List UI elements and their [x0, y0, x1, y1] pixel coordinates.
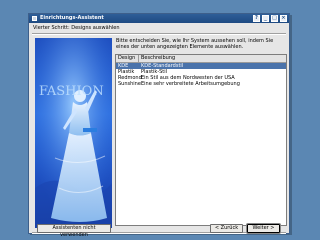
fashion-illustration: FASHION	[35, 38, 112, 228]
wizard-window: Einrichtungs-Assistent ? _ □ × Vierter S…	[28, 13, 290, 238]
fashion-figure-graphic	[35, 38, 112, 228]
minimize-icon[interactable]: _	[262, 15, 269, 22]
design-description: Eine sehr verbreitete Arbeitsumgebung	[141, 81, 240, 87]
window-menu-icon[interactable]	[32, 16, 37, 21]
title-bar[interactable]: Einrichtungs-Assistent ? _ □ ×	[29, 14, 289, 23]
list-item-sunshine[interactable]: Sunshine Eine sehr verbreitete Arbeitsum…	[116, 81, 286, 87]
skip-wizard-button[interactable]: Assistenten nicht verwenden	[37, 224, 111, 238]
design-name: Sunshine	[118, 81, 141, 87]
maximize-icon[interactable]: □	[271, 15, 278, 22]
back-button[interactable]: < Zurück	[210, 224, 243, 233]
window-title: Einrichtungs-Assistent	[40, 15, 104, 21]
intro-text: Bitte entscheiden Sie, wie Ihr System au…	[116, 38, 274, 50]
column-header-design[interactable]: Design	[118, 55, 135, 62]
fashion-heading: FASHION	[39, 84, 104, 99]
next-button[interactable]: Weiter >	[246, 223, 281, 234]
list-header: Design Beschreibung	[116, 55, 286, 63]
header-divider	[32, 33, 286, 35]
column-header-description[interactable]: Beschreibung	[141, 55, 175, 62]
design-list[interactable]: Design Beschreibung KDE KDE-Standardstil…	[115, 54, 287, 226]
step-title: Vierter Schritt: Designs auswählen	[33, 25, 120, 31]
help-icon[interactable]: ?	[253, 15, 260, 22]
close-icon[interactable]: ×	[280, 15, 287, 22]
column-divider	[138, 55, 139, 62]
